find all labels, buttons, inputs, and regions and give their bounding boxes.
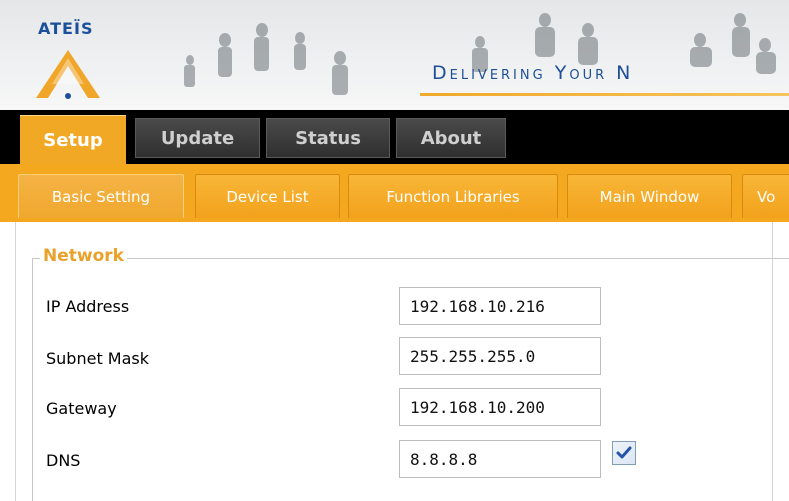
dns-checkbox[interactable] xyxy=(612,441,636,465)
main-tab-bar: Setup Update Status About xyxy=(0,110,789,164)
subtab-main-window[interactable]: Main Window xyxy=(567,174,732,218)
subtab-function-libraries[interactable]: Function Libraries xyxy=(348,174,558,218)
subnet-mask-label: Subnet Mask xyxy=(46,349,150,368)
subnet-mask-field[interactable]: 255.255.255.0 xyxy=(399,337,601,375)
tab-about[interactable]: About xyxy=(396,118,506,158)
sub-tab-bar: Basic Setting Device List Function Libra… xyxy=(0,164,789,222)
dns-label: DNS xyxy=(46,451,81,470)
subtab-basic-setting[interactable]: Basic Setting xyxy=(18,174,184,218)
gateway-field[interactable]: 192.168.10.200 xyxy=(399,388,601,426)
panel-left-border xyxy=(15,222,16,501)
network-legend: Network xyxy=(40,246,127,266)
header-banner: ATEÏS Delivering Your N xyxy=(0,0,789,110)
checkmark-icon xyxy=(616,446,632,459)
subtab-device-list[interactable]: Device List xyxy=(195,174,340,218)
subtab-vo[interactable]: Vo xyxy=(742,174,789,218)
brand-tagline: Delivering Your N xyxy=(432,62,634,84)
brand-name: ATEÏS xyxy=(38,19,94,38)
tab-status[interactable]: Status xyxy=(266,118,390,158)
tab-update[interactable]: Update xyxy=(135,118,260,158)
dns-field[interactable]: 8.8.8.8 xyxy=(399,440,601,478)
gateway-label: Gateway xyxy=(46,399,117,418)
tagline-underline xyxy=(420,93,789,96)
ip-address-field[interactable]: 192.168.10.216 xyxy=(399,287,601,325)
tab-setup[interactable]: Setup xyxy=(20,115,126,164)
ip-address-label: IP Address xyxy=(46,297,130,316)
